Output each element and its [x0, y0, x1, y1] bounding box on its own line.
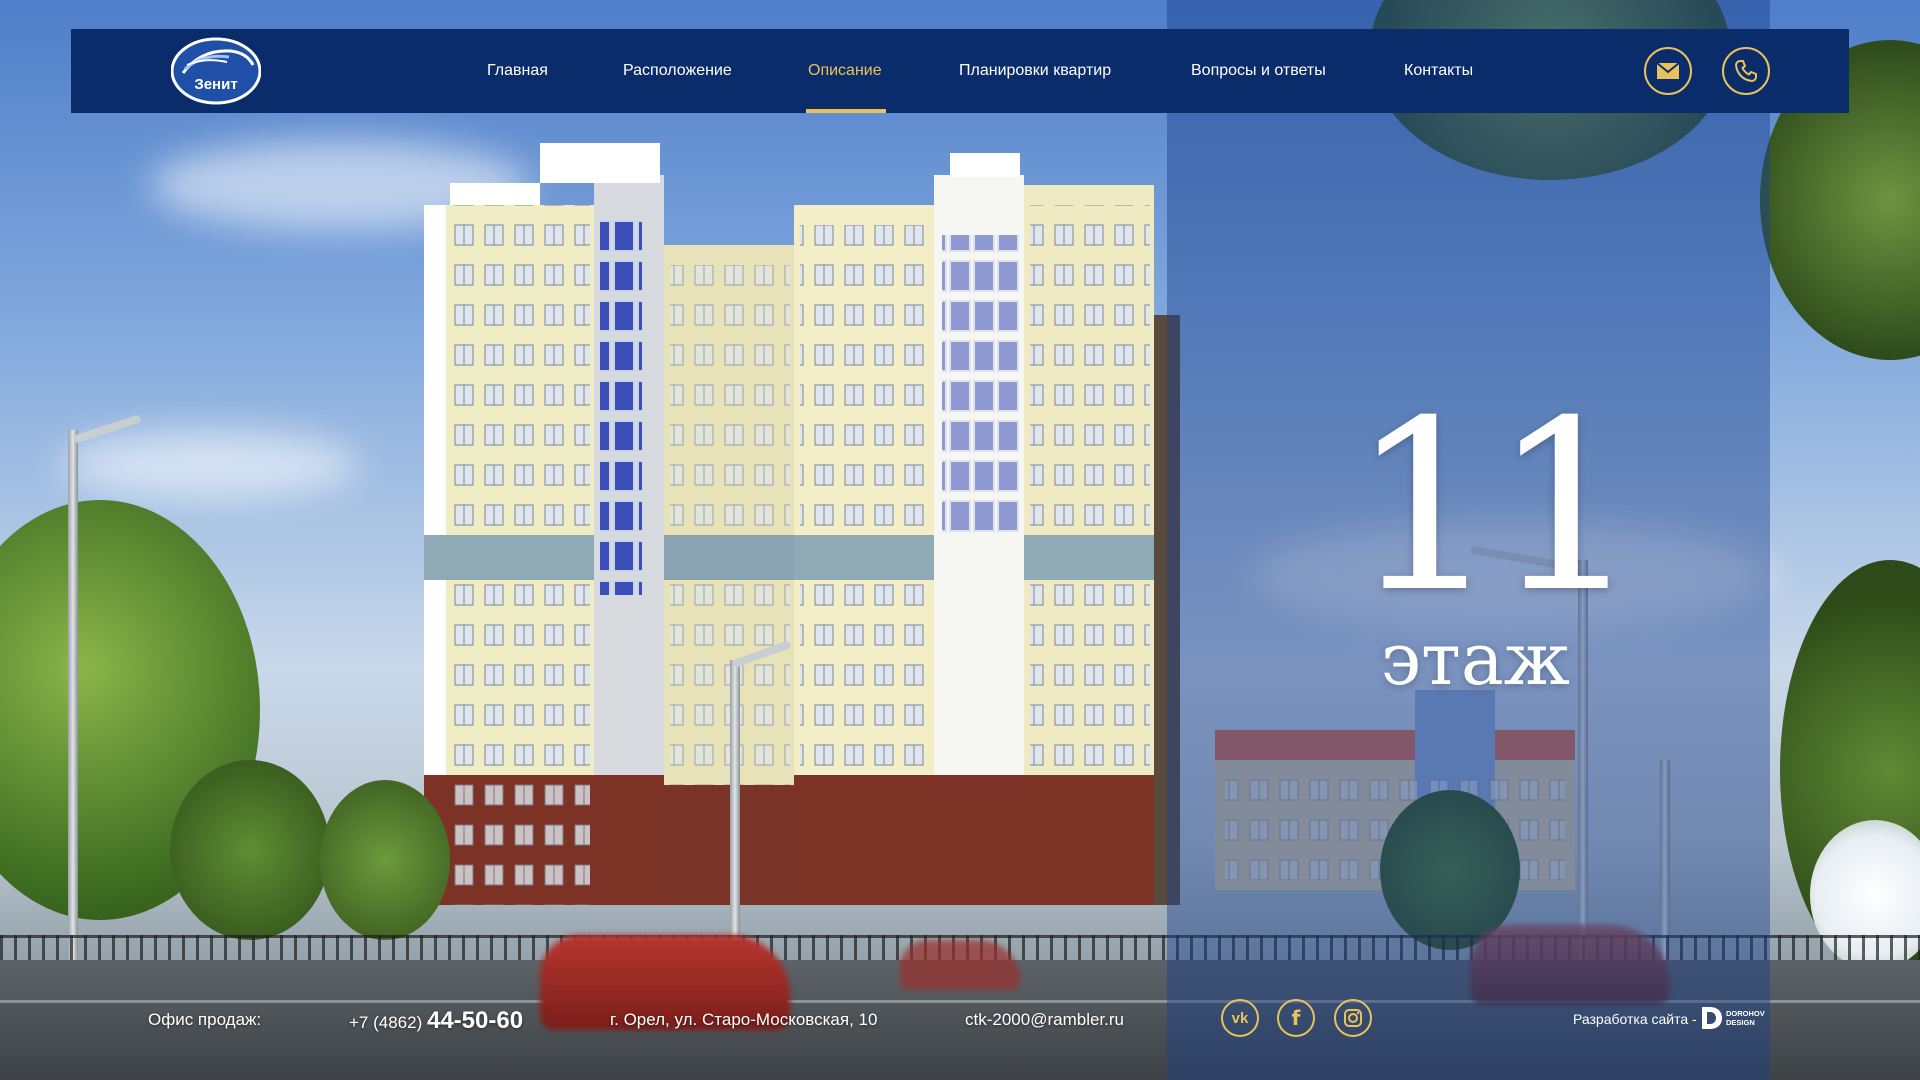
- floors-number: 11: [1350, 371, 1641, 644]
- instagram-button[interactable]: [1334, 999, 1372, 1037]
- main-menu: Главная Расположение Описание Планировки…: [71, 29, 1849, 113]
- sales-phone[interactable]: +7 (4862) 44-50-60: [349, 1007, 523, 1035]
- floors-count: 11 этаж: [1350, 371, 1641, 701]
- nav-item-floor-plans[interactable]: Планировки квартир: [959, 29, 1111, 113]
- phone-icon: [1734, 60, 1757, 83]
- office-label: Офис продаж:: [148, 1010, 262, 1029]
- nav-item-description[interactable]: Описание: [808, 29, 882, 113]
- phone-number: 44-50-60: [426, 1007, 524, 1034]
- mail-button[interactable]: [1644, 47, 1692, 95]
- instagram-icon: [1344, 1009, 1362, 1027]
- vk-icon: vk: [1231, 1009, 1249, 1027]
- phone-prefix: +7 (4862): [349, 1013, 423, 1032]
- floors-label: этаж: [1380, 617, 1570, 701]
- phone-button[interactable]: [1722, 47, 1770, 95]
- nav-item-location[interactable]: Расположение: [623, 29, 732, 113]
- vk-button[interactable]: vk: [1221, 999, 1259, 1037]
- top-navbar: Зенит Главная Расположение Описание План…: [71, 29, 1849, 113]
- nav-item-faq[interactable]: Вопросы и ответы: [1191, 29, 1326, 113]
- footer-bar: Офис продаж: +7 (4862) 44-50-60 г. Орел,…: [0, 995, 1920, 1045]
- active-tab-indicator: [806, 109, 886, 113]
- facebook-button[interactable]: f: [1277, 999, 1315, 1037]
- tree: [170, 760, 330, 940]
- street-lamp: [730, 660, 740, 960]
- street-lamp: [68, 430, 78, 990]
- nav-item-home[interactable]: Главная: [487, 29, 548, 113]
- svg-text:DESIGN: DESIGN: [1726, 1018, 1755, 1027]
- cloud: [60, 430, 360, 500]
- facebook-icon: f: [1291, 1006, 1301, 1030]
- nav-item-contacts[interactable]: Контакты: [1404, 29, 1473, 113]
- tree: [320, 780, 450, 940]
- dorohov-design-logo[interactable]: DOROHOV DESIGN: [1700, 1005, 1770, 1031]
- email-link[interactable]: ctk-2000@rambler.ru: [965, 1010, 1124, 1030]
- building-render: [424, 143, 1180, 905]
- mail-icon: [1656, 62, 1680, 79]
- developer-label: Разработка сайта -: [1573, 1011, 1697, 1027]
- office-address: г. Орел, ул. Старо-Московская, 10: [610, 1010, 878, 1029]
- svg-text:DOROHOV: DOROHOV: [1726, 1009, 1765, 1018]
- car: [900, 940, 1020, 990]
